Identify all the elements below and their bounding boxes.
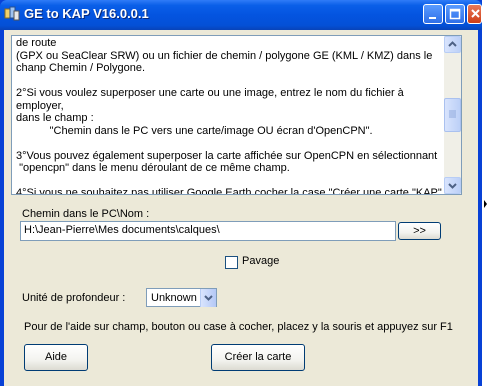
create-map-button[interactable]: Créer la carte	[211, 344, 305, 371]
app-icon[interactable]	[4, 6, 20, 22]
maximize-button[interactable]	[445, 4, 465, 24]
title-bar[interactable]: GE to KAP V16.0.0.1	[0, 0, 482, 30]
scroll-down-button[interactable]	[444, 177, 461, 194]
chevron-down-icon	[448, 183, 457, 189]
depth-unit-value: Unknown	[151, 292, 197, 304]
help-button[interactable]: Aide	[24, 344, 88, 371]
help-text: de route (GPX ou SeaClear SRW) ou un fic…	[16, 37, 442, 195]
scroll-thumb[interactable]	[444, 98, 461, 132]
caret-right-icon	[484, 200, 487, 208]
main-window: GE to KAP V16.0.0.1 de route (GPX ou Sea…	[0, 0, 482, 386]
depth-unit-select[interactable]: Unknown	[146, 288, 217, 307]
dialog-client-area: de route (GPX ou SeaClear SRW) ou un fic…	[4, 30, 478, 386]
path-label: Chemin dans le PC\Nom :	[22, 208, 150, 220]
window-title: GE to KAP V16.0.0.1	[24, 6, 149, 21]
help-textarea[interactable]: de route (GPX ou SeaClear SRW) ou un fic…	[11, 35, 462, 195]
chevron-up-icon	[448, 41, 457, 47]
minimize-button[interactable]	[423, 4, 443, 24]
minimize-icon	[429, 17, 436, 19]
pavage-label: Pavage	[242, 255, 280, 267]
dropdown-arrow[interactable]	[200, 289, 216, 307]
browse-button[interactable]: >>	[398, 222, 441, 240]
close-icon	[471, 9, 480, 18]
maximize-icon	[449, 8, 461, 20]
vertical-scrollbar[interactable]	[444, 36, 461, 194]
help-hint-text: Pour de l'aide sur champ, bouton ou case…	[24, 321, 453, 333]
desktop-edge	[482, 0, 489, 386]
path-input[interactable]: H:\Jean-Pierre\Mes documents\calques\	[20, 221, 396, 241]
close-button[interactable]	[467, 4, 482, 24]
chevron-down-icon	[204, 295, 213, 301]
scroll-up-button[interactable]	[444, 36, 461, 53]
pavage-checkbox[interactable]	[225, 256, 238, 269]
grip-icon	[449, 110, 456, 118]
depth-unit-label: Unité de profondeur :	[22, 292, 126, 304]
